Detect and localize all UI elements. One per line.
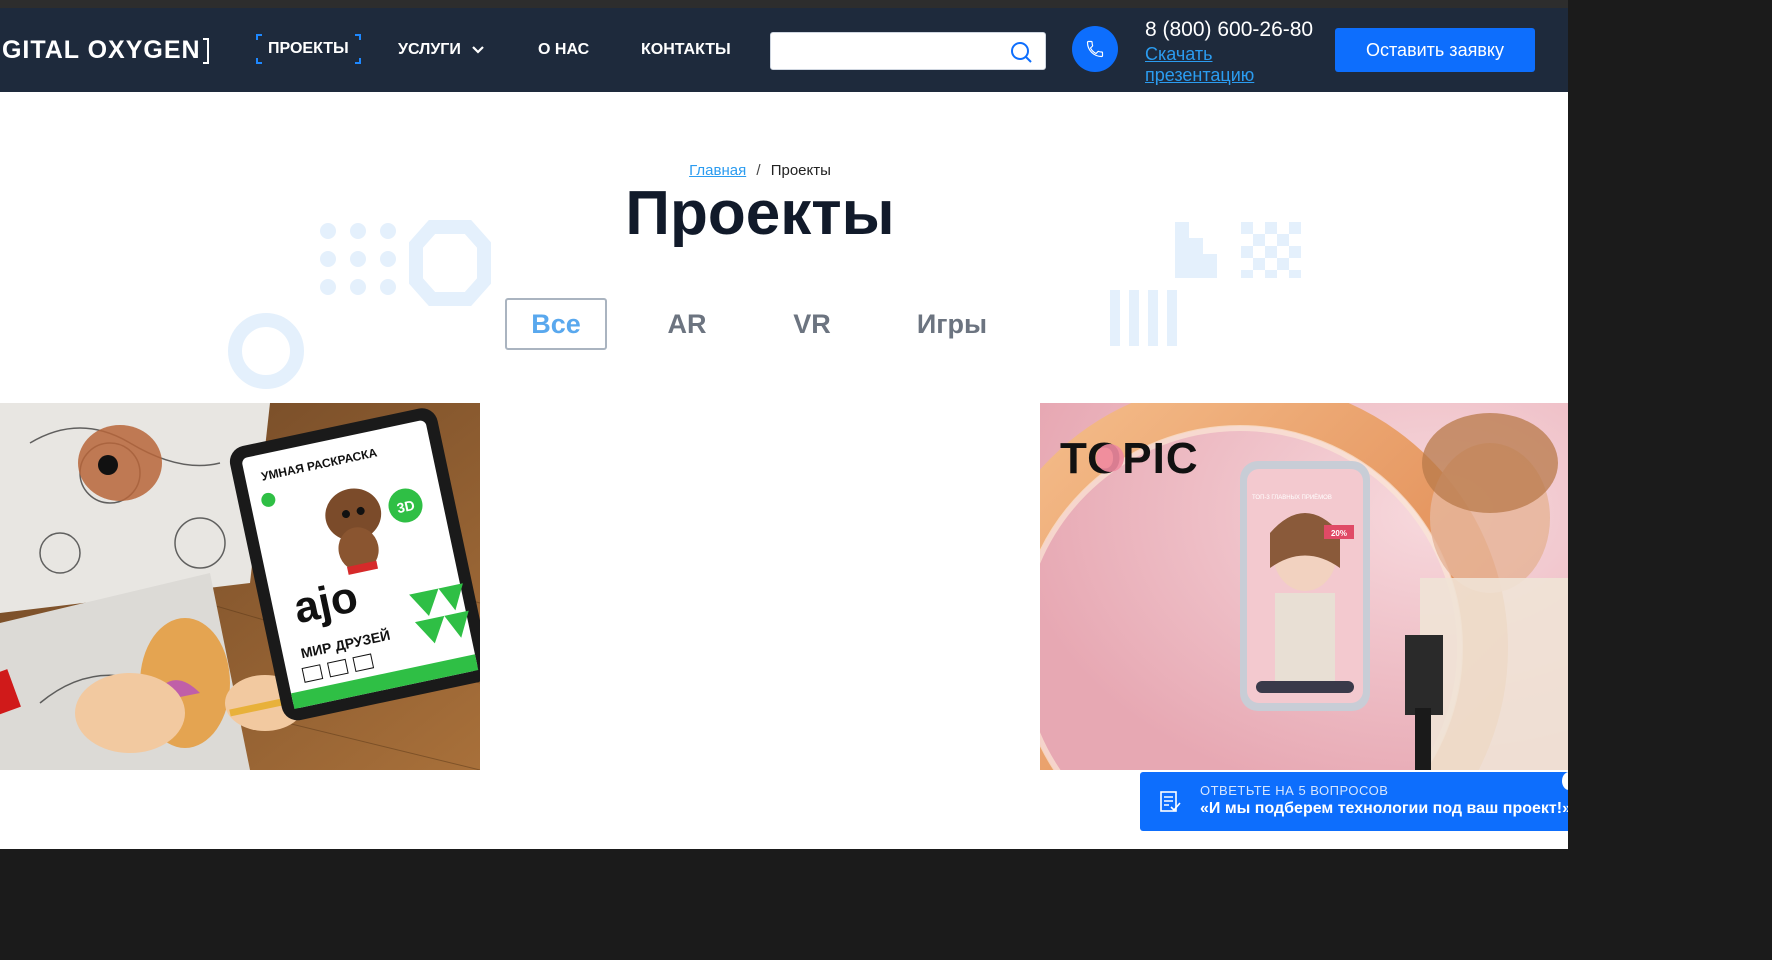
phone-number[interactable]: 8 (800) 600-26-80 [1145,18,1313,42]
nav-active-corner [354,58,361,64]
nav-about-label: О НАС [538,41,590,58]
logo-text: IGITAL OXYGEN [0,36,201,64]
breadcrumb-current: Проекты [770,162,831,179]
project-card-ajo[interactable]: УМНАЯ РАСКРАСКА 3D ajo МИР ДРУЗЕЙ [0,403,480,770]
card-right-overlay-text: ТОП-3 ГЛАВНЫХ ПРИЁМОВ [1252,494,1332,501]
card-right-discount: 20% [1331,529,1347,538]
site-header: IGITAL OXYGEN ПРОЕКТЫ УСЛУГИ О НАС КОНТА… [0,8,1568,92]
search-input[interactable] [779,39,999,63]
filter-tab-games[interactable]: Игры [900,298,1004,350]
submit-request-button[interactable]: Оставить заявку [1335,28,1535,72]
nav-active-corner [256,58,262,64]
nav-contacts-label: КОНТАКТЫ [641,41,731,58]
quiz-line-1: ОТВЕТЬТЕ НА 5 ВОПРОСОВ [1200,783,1389,798]
chevron-down-icon [472,45,485,54]
breadcrumb-home-link[interactable]: Главная [689,162,746,179]
logo[interactable]: IGITAL OXYGEN [0,36,209,65]
nav-active-corner [354,34,361,40]
search-icon[interactable] [1009,40,1033,64]
page-title: Проекты [625,179,895,248]
top-strip [0,0,1568,8]
filter-tab-ar[interactable]: AR [650,298,724,350]
project-image-topic: 20% ТОП-3 ГЛАВНЫХ ПРИЁМОВ TOPIC [1040,403,1568,770]
call-button[interactable] [1072,26,1118,72]
search-box [770,32,1046,70]
nav-active-corner [256,34,262,40]
filter-tab-vr[interactable]: VR [776,298,848,350]
phone-icon [1086,40,1104,58]
card-right-brand: TOPIC [1060,434,1199,483]
filter-tab-all[interactable]: Все [505,298,607,350]
nav-about[interactable]: О НАС [538,41,589,59]
nav-services-label: УСЛУГИ [398,41,461,58]
nav-projects-label: ПРОЕКТЫ [268,40,349,57]
download-presentation-link[interactable]: Скачать презентацию [1145,44,1275,86]
nav-contacts[interactable]: КОНТАКТЫ [641,41,731,59]
nav-projects[interactable]: ПРОЕКТЫ [256,34,361,64]
logo-bracket [202,38,209,65]
nav-services[interactable]: УСЛУГИ [398,41,485,59]
quiz-banner[interactable]: ОТВЕТЬТЕ НА 5 ВОПРОСОВ «И мы подберем те… [1140,772,1568,831]
browser-viewport: IGITAL OXYGEN ПРОЕКТЫ УСЛУГИ О НАС КОНТА… [0,0,1568,849]
form-icon [1160,791,1181,812]
quiz-line-2: «И мы подберем технологии под ваш проект… [1200,800,1568,817]
project-card-topic[interactable]: 20% ТОП-3 ГЛАВНЫХ ПРИЁМОВ TOPIC [1040,403,1568,770]
breadcrumb: Главная / Проекты [0,162,1520,179]
breadcrumb-separator: / [756,162,761,179]
project-image-coloring-app: УМНАЯ РАСКРАСКА 3D ajo МИР ДРУЗЕЙ [0,403,480,770]
